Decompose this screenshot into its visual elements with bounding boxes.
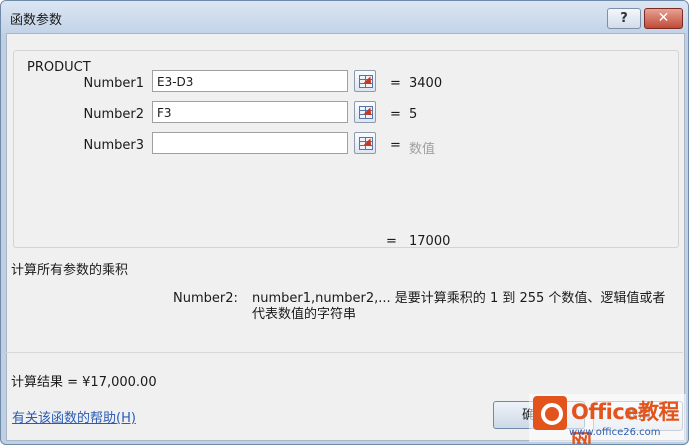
number1-equals: = xyxy=(390,76,401,91)
arg-help-name: Number2: xyxy=(173,291,238,306)
number1-input[interactable]: E3-D3 xyxy=(152,70,348,92)
number3-ref-button[interactable] xyxy=(354,132,376,154)
arg-label-number1: Number1 xyxy=(83,76,145,91)
formula-result: 17000 xyxy=(409,234,451,249)
function-arguments-dialog: 函数参数 ? ✕ PRODUCT Number1 E3-D3 = 3400 Nu… xyxy=(0,0,689,445)
number3-equals: = xyxy=(390,138,401,153)
arg-label-number3: Number3 xyxy=(83,138,145,153)
formula-result-equals: = xyxy=(386,234,397,249)
function-description: 计算所有参数的乘积 xyxy=(11,263,129,278)
help-button[interactable]: ? xyxy=(607,8,641,29)
divider xyxy=(6,352,683,353)
watermark-url: www.office26.com xyxy=(569,427,661,438)
watermark: Office教程网 www.office26.com xyxy=(529,394,686,444)
number2-ref-button[interactable] xyxy=(354,101,376,123)
close-button[interactable]: ✕ xyxy=(644,8,683,29)
arg-label-number2: Number2 xyxy=(83,107,145,122)
function-name: PRODUCT xyxy=(24,60,94,75)
office-logo-icon xyxy=(533,396,567,430)
number2-result: 5 xyxy=(409,107,418,122)
number1-result: 3400 xyxy=(409,76,443,91)
arg-help-text: number1,number2,... 是要计算乘积的 1 到 255 个数值、… xyxy=(252,291,666,322)
function-help-link[interactable]: 有关该函数的帮助(H) xyxy=(12,407,136,426)
number3-hint: 数值 xyxy=(409,142,436,157)
dialog-title: 函数参数 xyxy=(10,13,63,28)
number2-input[interactable]: F3 xyxy=(152,101,348,123)
number3-input[interactable] xyxy=(152,132,348,154)
title-bar[interactable]: 函数参数 ? ✕ xyxy=(1,1,688,33)
calculation-result: 计算结果 = ¥17,000.00 xyxy=(11,375,157,390)
number2-equals: = xyxy=(390,107,401,122)
number1-ref-button[interactable] xyxy=(354,70,376,92)
